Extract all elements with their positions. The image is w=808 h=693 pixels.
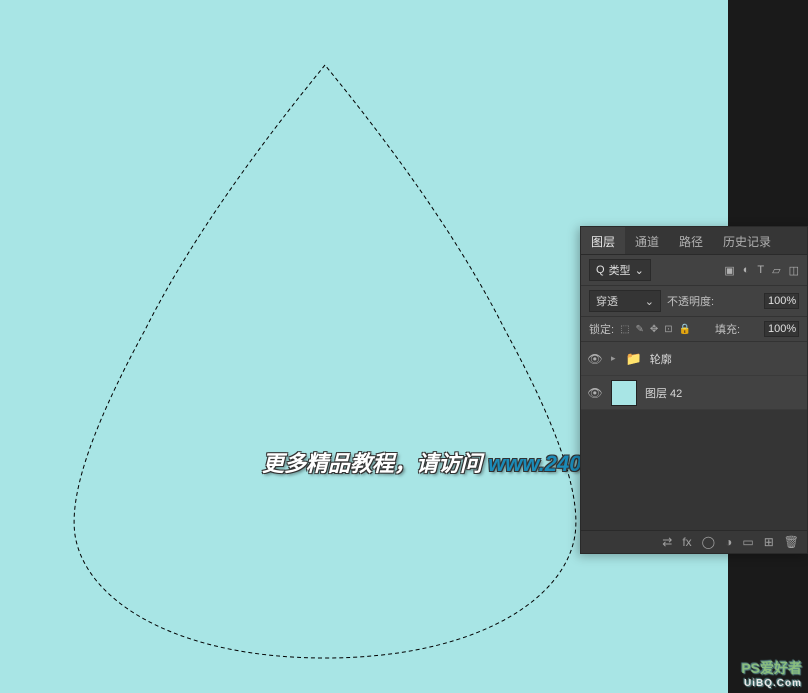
layer-name[interactable]: 图层 42: [645, 385, 682, 401]
blend-opacity-row: 穿透 ⌄ 不透明度: 100%: [581, 286, 807, 317]
new-layer-icon[interactable]: ⊞: [764, 535, 774, 549]
layer-fx-icon[interactable]: fx: [682, 535, 691, 549]
filter-adjust-icon[interactable]: ◐: [743, 264, 750, 276]
panel-tab-bar: 图层 通道 路径 历史记录: [581, 227, 807, 255]
filter-image-icon[interactable]: ▣: [724, 264, 734, 277]
fill-input[interactable]: 100%: [764, 321, 799, 337]
layer-thumbnail[interactable]: [611, 380, 637, 406]
lock-all-icon[interactable]: 🔒: [679, 324, 691, 335]
chevron-down-icon: ⌄: [645, 295, 654, 308]
lock-position-icon[interactable]: ✥: [650, 324, 658, 335]
chevron-down-icon: ⌄: [635, 264, 644, 277]
search-icon: Q: [596, 264, 605, 276]
visibility-toggle[interactable]: 👁: [587, 351, 603, 367]
lock-artboard-icon[interactable]: ⊡: [664, 324, 672, 335]
layer-42[interactable]: 👁 图层 42: [581, 376, 807, 410]
filter-icon-group: ▣ ◐ T ▱ ◫: [724, 264, 799, 277]
delete-layer-icon[interactable]: 🗑: [784, 535, 799, 549]
layers-panel-footer: ⇄ fx ◯ ◑ ▭ ⊞ 🗑: [581, 530, 807, 553]
lock-icons-group: ⬚ ✎ ✥ ⊡ 🔒: [620, 324, 691, 335]
blend-mode-value: 穿透: [596, 293, 618, 309]
blend-mode-select[interactable]: 穿透 ⌄: [589, 290, 661, 312]
lock-label: 锁定:: [589, 321, 614, 337]
link-layers-icon[interactable]: ⇄: [662, 535, 672, 549]
filter-type-icon[interactable]: T: [757, 264, 764, 276]
adjustment-layer-icon[interactable]: ◑: [725, 535, 732, 549]
tab-history[interactable]: 历史记录: [713, 227, 781, 254]
layers-panel: 图层 通道 路径 历史记录 Q 类型 ⌄ ▣ ◐ T ▱ ◫ 穿透 ⌄ 不透明度…: [580, 226, 808, 554]
layer-mask-icon[interactable]: ◯: [702, 535, 715, 549]
new-group-icon[interactable]: ▭: [742, 535, 753, 549]
selection-path-drop: [55, 60, 595, 660]
brand-text: PS爱好者: [741, 660, 802, 676]
lock-pixels-icon[interactable]: ⬚: [620, 324, 629, 335]
tab-channels[interactable]: 通道: [625, 227, 669, 254]
brand-sub: UiBQ.Com: [741, 678, 802, 689]
fill-label: 填充:: [715, 321, 740, 337]
lock-fill-row: 锁定: ⬚ ✎ ✥ ⊡ 🔒 填充: 100%: [581, 317, 807, 342]
filter-label: 类型: [609, 262, 631, 278]
opacity-input[interactable]: 100%: [764, 293, 799, 309]
visibility-toggle[interactable]: 👁: [587, 385, 603, 401]
layer-group-outline[interactable]: 👁 ▸ 📁 轮廓: [581, 342, 807, 376]
layer-name[interactable]: 轮廓: [650, 351, 672, 367]
layer-list: 👁 ▸ 📁 轮廓 👁 图层 42: [581, 342, 807, 530]
expand-arrow-icon[interactable]: ▸: [611, 353, 616, 364]
filter-type-select[interactable]: Q 类型 ⌄: [589, 259, 651, 281]
layer-filter-row: Q 类型 ⌄ ▣ ◐ T ▱ ◫: [581, 255, 807, 286]
lock-brush-icon[interactable]: ✎: [636, 324, 644, 335]
filter-shape-icon[interactable]: ▱: [772, 264, 780, 277]
layer-list-empty-area[interactable]: [581, 410, 807, 530]
filter-smart-icon[interactable]: ◫: [789, 264, 799, 277]
tab-layers[interactable]: 图层: [581, 227, 625, 254]
watermark-text: 更多精品教程，请访问: [262, 451, 488, 476]
tab-paths[interactable]: 路径: [669, 227, 713, 254]
site-brand-watermark: PS爱好者 UiBQ.Com: [741, 658, 802, 689]
folder-icon: 📁: [626, 351, 642, 367]
opacity-label: 不透明度:: [667, 293, 714, 309]
